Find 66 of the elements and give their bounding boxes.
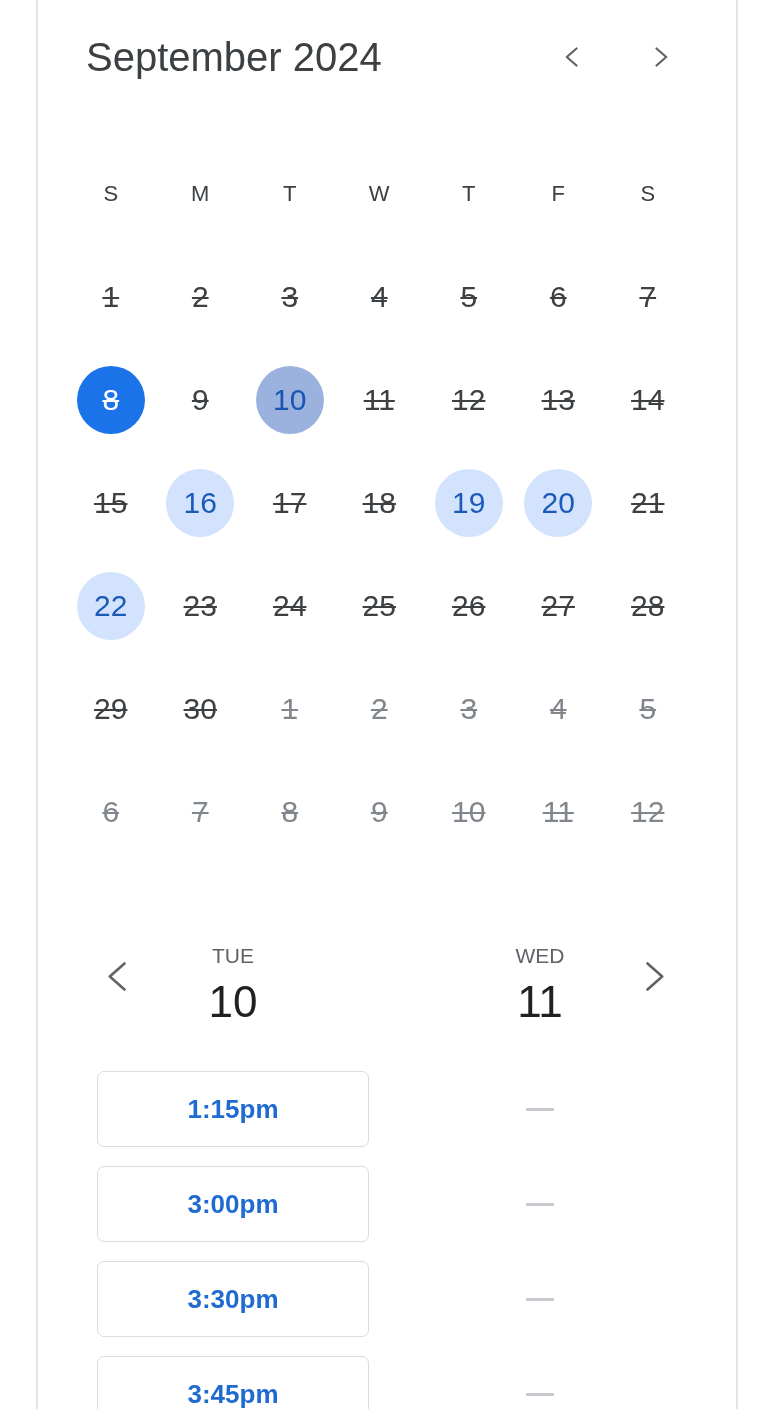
date-button[interactable]: 22 <box>76 571 145 640</box>
weekday-label: T <box>462 180 476 207</box>
weekday-label: M <box>191 180 210 207</box>
unavailable-date: 26 <box>451 588 487 623</box>
weekday-label: S <box>640 180 656 207</box>
unavailable-date: 9 <box>369 794 389 829</box>
dash-icon <box>526 1107 554 1111</box>
dash-icon <box>526 1202 554 1206</box>
date-button[interactable]: 20 <box>524 468 593 537</box>
time-slot-button[interactable]: 3:30pm <box>97 1261 369 1337</box>
unavailable-date: 24 <box>272 588 308 623</box>
today-date: 8 <box>76 365 145 434</box>
unavailable-date: 11 <box>362 382 396 417</box>
date-button[interactable]: 10 <box>255 365 324 434</box>
unavailable-date: 23 <box>182 588 218 623</box>
unavailable-date: 13 <box>540 382 576 417</box>
unavailable-date: 17 <box>272 485 308 520</box>
day-number: 10 <box>208 978 258 1026</box>
unavailable-date: 2 <box>190 279 210 314</box>
unavailable-date: 7 <box>638 279 658 314</box>
unavailable-date: 7 <box>190 794 210 829</box>
date-button[interactable]: 19 <box>434 468 503 537</box>
unavailable-date: 3 <box>459 691 479 726</box>
month-title: September 2024 <box>86 36 382 78</box>
dash-icon <box>526 1297 554 1301</box>
unavailable-date: 6 <box>548 279 568 314</box>
chevron-left-icon[interactable] <box>565 47 578 67</box>
unavailable-date: 8 <box>280 794 300 829</box>
weekday-label: F <box>551 180 565 207</box>
unavailable-date: 10 <box>451 794 487 829</box>
unavailable-date: 9 <box>190 382 210 417</box>
chevron-right-icon[interactable] <box>655 47 668 67</box>
date-button[interactable]: 16 <box>166 468 235 537</box>
time-slot-button[interactable]: 1:15pm <box>97 1071 369 1147</box>
unavailable-date: 29 <box>93 691 129 726</box>
unavailable-date: 11 <box>541 794 575 829</box>
unavailable-date: 5 <box>459 279 479 314</box>
unavailable-date: 4 <box>548 691 568 726</box>
unavailable-date: 28 <box>630 588 666 623</box>
day-of-week-label: TUE <box>212 944 254 968</box>
weekday-label: S <box>103 180 119 207</box>
weekday-label: W <box>368 180 390 207</box>
day-of-week-label: WED <box>515 944 565 968</box>
unavailable-date: 27 <box>540 588 576 623</box>
unavailable-date: 25 <box>361 588 397 623</box>
time-slot-button[interactable]: 3:00pm <box>97 1166 369 1242</box>
day-number: 11 <box>517 978 563 1026</box>
unavailable-date: 18 <box>361 485 397 520</box>
chevron-right-icon[interactable] <box>646 962 664 991</box>
unavailable-date: 12 <box>630 794 666 829</box>
unavailable-date: 4 <box>369 279 389 314</box>
unavailable-date: 14 <box>630 382 666 417</box>
time-slot-button[interactable]: 3:45pm <box>97 1356 369 1409</box>
unavailable-date: 3 <box>280 279 300 314</box>
unavailable-date: 1 <box>280 691 300 726</box>
unavailable-date: 1 <box>101 279 121 314</box>
weekday-label: T <box>283 180 297 207</box>
unavailable-date: 5 <box>638 691 658 726</box>
chevron-left-icon[interactable] <box>108 962 126 991</box>
unavailable-date: 2 <box>369 691 389 726</box>
unavailable-date: 30 <box>182 691 218 726</box>
unavailable-date: 12 <box>451 382 487 417</box>
unavailable-date: 21 <box>630 485 666 520</box>
dash-icon <box>526 1392 554 1396</box>
unavailable-date: 15 <box>93 485 129 520</box>
unavailable-date: 6 <box>101 794 121 829</box>
